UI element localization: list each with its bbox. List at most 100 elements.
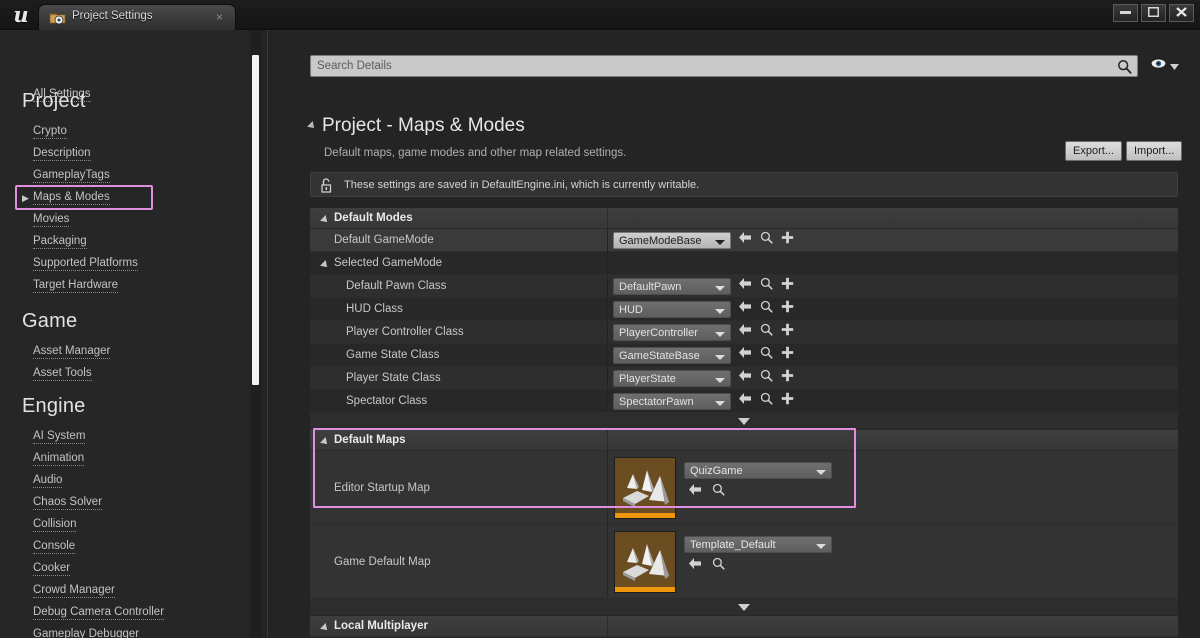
browse-magnifier-icon[interactable]	[760, 369, 773, 387]
property-row-selected-gamemode[interactable]: Selected GameMode	[310, 252, 1178, 275]
maximize-button[interactable]	[1141, 4, 1166, 22]
dropdown-value: DefaultPawn	[619, 281, 682, 293]
property-row-player-controller-class[interactable]: Player Controller Class PlayerController	[310, 321, 1178, 344]
browse-magnifier-icon[interactable]	[760, 392, 773, 410]
settings-sidebar: All Settings Project Crypto Description …	[0, 30, 248, 638]
game-default-map-dropdown[interactable]: Template_Default	[684, 536, 832, 553]
column-divider	[607, 344, 608, 366]
window-controls	[1113, 4, 1194, 22]
property-row-player-state-class[interactable]: Player State Class PlayerState	[310, 367, 1178, 390]
sidebar-item-ai-system[interactable]: AI System	[33, 430, 86, 444]
sidebar-item-console[interactable]: Console	[33, 540, 76, 554]
plus-icon[interactable]	[781, 300, 794, 318]
sidebar-item-audio[interactable]: Audio	[33, 474, 63, 488]
close-button[interactable]	[1169, 4, 1194, 22]
property-label: Editor Startup Map	[334, 482, 430, 494]
sidebar-item-crypto[interactable]: Crypto	[33, 125, 67, 139]
spectator-class-dropdown[interactable]: SpectatorPawn	[613, 393, 731, 410]
map-thumbnail[interactable]	[614, 531, 676, 593]
page-title-collapse-icon[interactable]	[307, 121, 317, 131]
default-pawn-class-dropdown[interactable]: DefaultPawn	[613, 278, 731, 295]
property-row-default-gamemode[interactable]: Default GameMode GameModeBase	[310, 229, 1178, 252]
property-row-game-default-map[interactable]: Game Default Map Template_Default	[310, 525, 1178, 599]
sidebar-item-cooker[interactable]: Cooker	[33, 562, 71, 576]
search-box[interactable]	[310, 55, 1138, 77]
chevron-down-icon[interactable]	[1170, 57, 1179, 75]
sidebar-item-animation[interactable]: Animation	[33, 452, 85, 466]
sidebar-item-crowd-manager[interactable]: Crowd Manager	[33, 584, 115, 598]
sidebar-item-supported-platforms[interactable]: Supported Platforms	[33, 257, 138, 271]
sidebar-item-asset-tools[interactable]: Asset Tools	[33, 367, 92, 381]
tab-project-settings[interactable]: Project Settings ×	[38, 4, 236, 30]
plus-icon[interactable]	[781, 323, 794, 341]
browse-magnifier-icon[interactable]	[712, 483, 725, 501]
reset-arrow-icon[interactable]	[738, 300, 752, 318]
column-divider	[607, 321, 608, 343]
category-local-multiplayer[interactable]: Local Multiplayer	[310, 616, 1178, 637]
browse-magnifier-icon[interactable]	[760, 323, 773, 341]
sidebar-scrollbar-thumb[interactable]	[252, 55, 259, 385]
game-state-class-dropdown[interactable]: GameStateBase	[613, 347, 731, 364]
sidebar-item-gameplay-debugger[interactable]: Gameplay Debugger	[33, 628, 140, 638]
collapse-icon[interactable]	[320, 623, 330, 633]
sidebar-item-description[interactable]: Description	[33, 147, 91, 161]
player-controller-class-dropdown[interactable]: PlayerController	[613, 324, 731, 341]
reset-arrow-icon[interactable]	[688, 557, 702, 575]
property-row-hud-class[interactable]: HUD Class HUD	[310, 298, 1178, 321]
minimize-button[interactable]	[1113, 4, 1138, 22]
property-row-game-state-class[interactable]: Game State Class GameStateBase	[310, 344, 1178, 367]
sidebar-item-collision[interactable]: Collision	[33, 518, 77, 532]
plus-icon[interactable]	[781, 346, 794, 364]
hud-class-dropdown[interactable]: HUD	[613, 301, 731, 318]
sidebar-group-project: Project	[22, 90, 86, 112]
sidebar-item-packaging[interactable]: Packaging	[33, 235, 87, 249]
reset-arrow-icon[interactable]	[738, 392, 752, 410]
property-row-default-pawn-class[interactable]: Default Pawn Class DefaultPawn	[310, 275, 1178, 298]
sidebar-item-maps-and-modes[interactable]: Maps & Modes	[33, 191, 110, 205]
search-input[interactable]	[317, 56, 1107, 76]
category-default-maps[interactable]: Default Maps	[310, 430, 1178, 451]
sidebar-item-debug-camera-controller[interactable]: Debug Camera Controller	[33, 606, 165, 620]
collapse-icon[interactable]	[320, 437, 330, 447]
section-expander-default-maps[interactable]	[310, 599, 1178, 616]
property-row-editor-startup-map[interactable]: Editor Startup Map QuizGame	[310, 451, 1178, 525]
reset-arrow-icon[interactable]	[738, 231, 752, 249]
chevron-down-icon	[715, 401, 725, 406]
browse-magnifier-icon[interactable]	[760, 277, 773, 295]
default-gamemode-dropdown[interactable]: GameModeBase	[613, 232, 731, 249]
category-default-modes[interactable]: Default Modes	[310, 208, 1178, 229]
tab-close-icon[interactable]: ×	[216, 9, 223, 25]
view-options-button[interactable]	[1150, 57, 1179, 75]
section-expander-default-modes[interactable]	[310, 413, 1178, 430]
reset-arrow-icon[interactable]	[738, 369, 752, 387]
plus-icon[interactable]	[781, 392, 794, 410]
import-button[interactable]: Import...	[1126, 141, 1183, 161]
editor-startup-map-dropdown[interactable]: QuizGame	[684, 462, 832, 479]
sidebar-item-movies[interactable]: Movies	[33, 213, 70, 227]
reset-arrow-icon[interactable]	[738, 346, 752, 364]
reset-arrow-icon[interactable]	[738, 277, 752, 295]
sidebar-item-chaos-solver[interactable]: Chaos Solver	[33, 496, 103, 510]
plus-icon[interactable]	[781, 231, 794, 249]
map-thumbnail[interactable]	[614, 457, 676, 519]
player-state-class-dropdown[interactable]: PlayerState	[613, 370, 731, 387]
column-divider	[607, 451, 608, 524]
sidebar-item-asset-manager[interactable]: Asset Manager	[33, 345, 111, 359]
collapse-icon[interactable]	[320, 260, 330, 270]
reset-arrow-icon[interactable]	[688, 483, 702, 501]
export-button[interactable]: Export...	[1065, 141, 1122, 161]
browse-magnifier-icon[interactable]	[760, 231, 773, 249]
reset-arrow-icon[interactable]	[738, 323, 752, 341]
eye-icon[interactable]	[1150, 57, 1167, 75]
plus-icon[interactable]	[781, 277, 794, 295]
search-icon[interactable]	[1117, 59, 1132, 74]
browse-magnifier-icon[interactable]	[760, 300, 773, 318]
sidebar-item-target-hardware[interactable]: Target Hardware	[33, 279, 119, 293]
browse-magnifier-icon[interactable]	[760, 346, 773, 364]
collapse-icon[interactable]	[320, 215, 330, 225]
category-label: Default Modes	[334, 212, 413, 224]
browse-magnifier-icon[interactable]	[712, 557, 725, 575]
sidebar-item-gameplaytags[interactable]: GameplayTags	[33, 169, 110, 183]
property-row-spectator-class[interactable]: Spectator Class SpectatorPawn	[310, 390, 1178, 413]
plus-icon[interactable]	[781, 369, 794, 387]
